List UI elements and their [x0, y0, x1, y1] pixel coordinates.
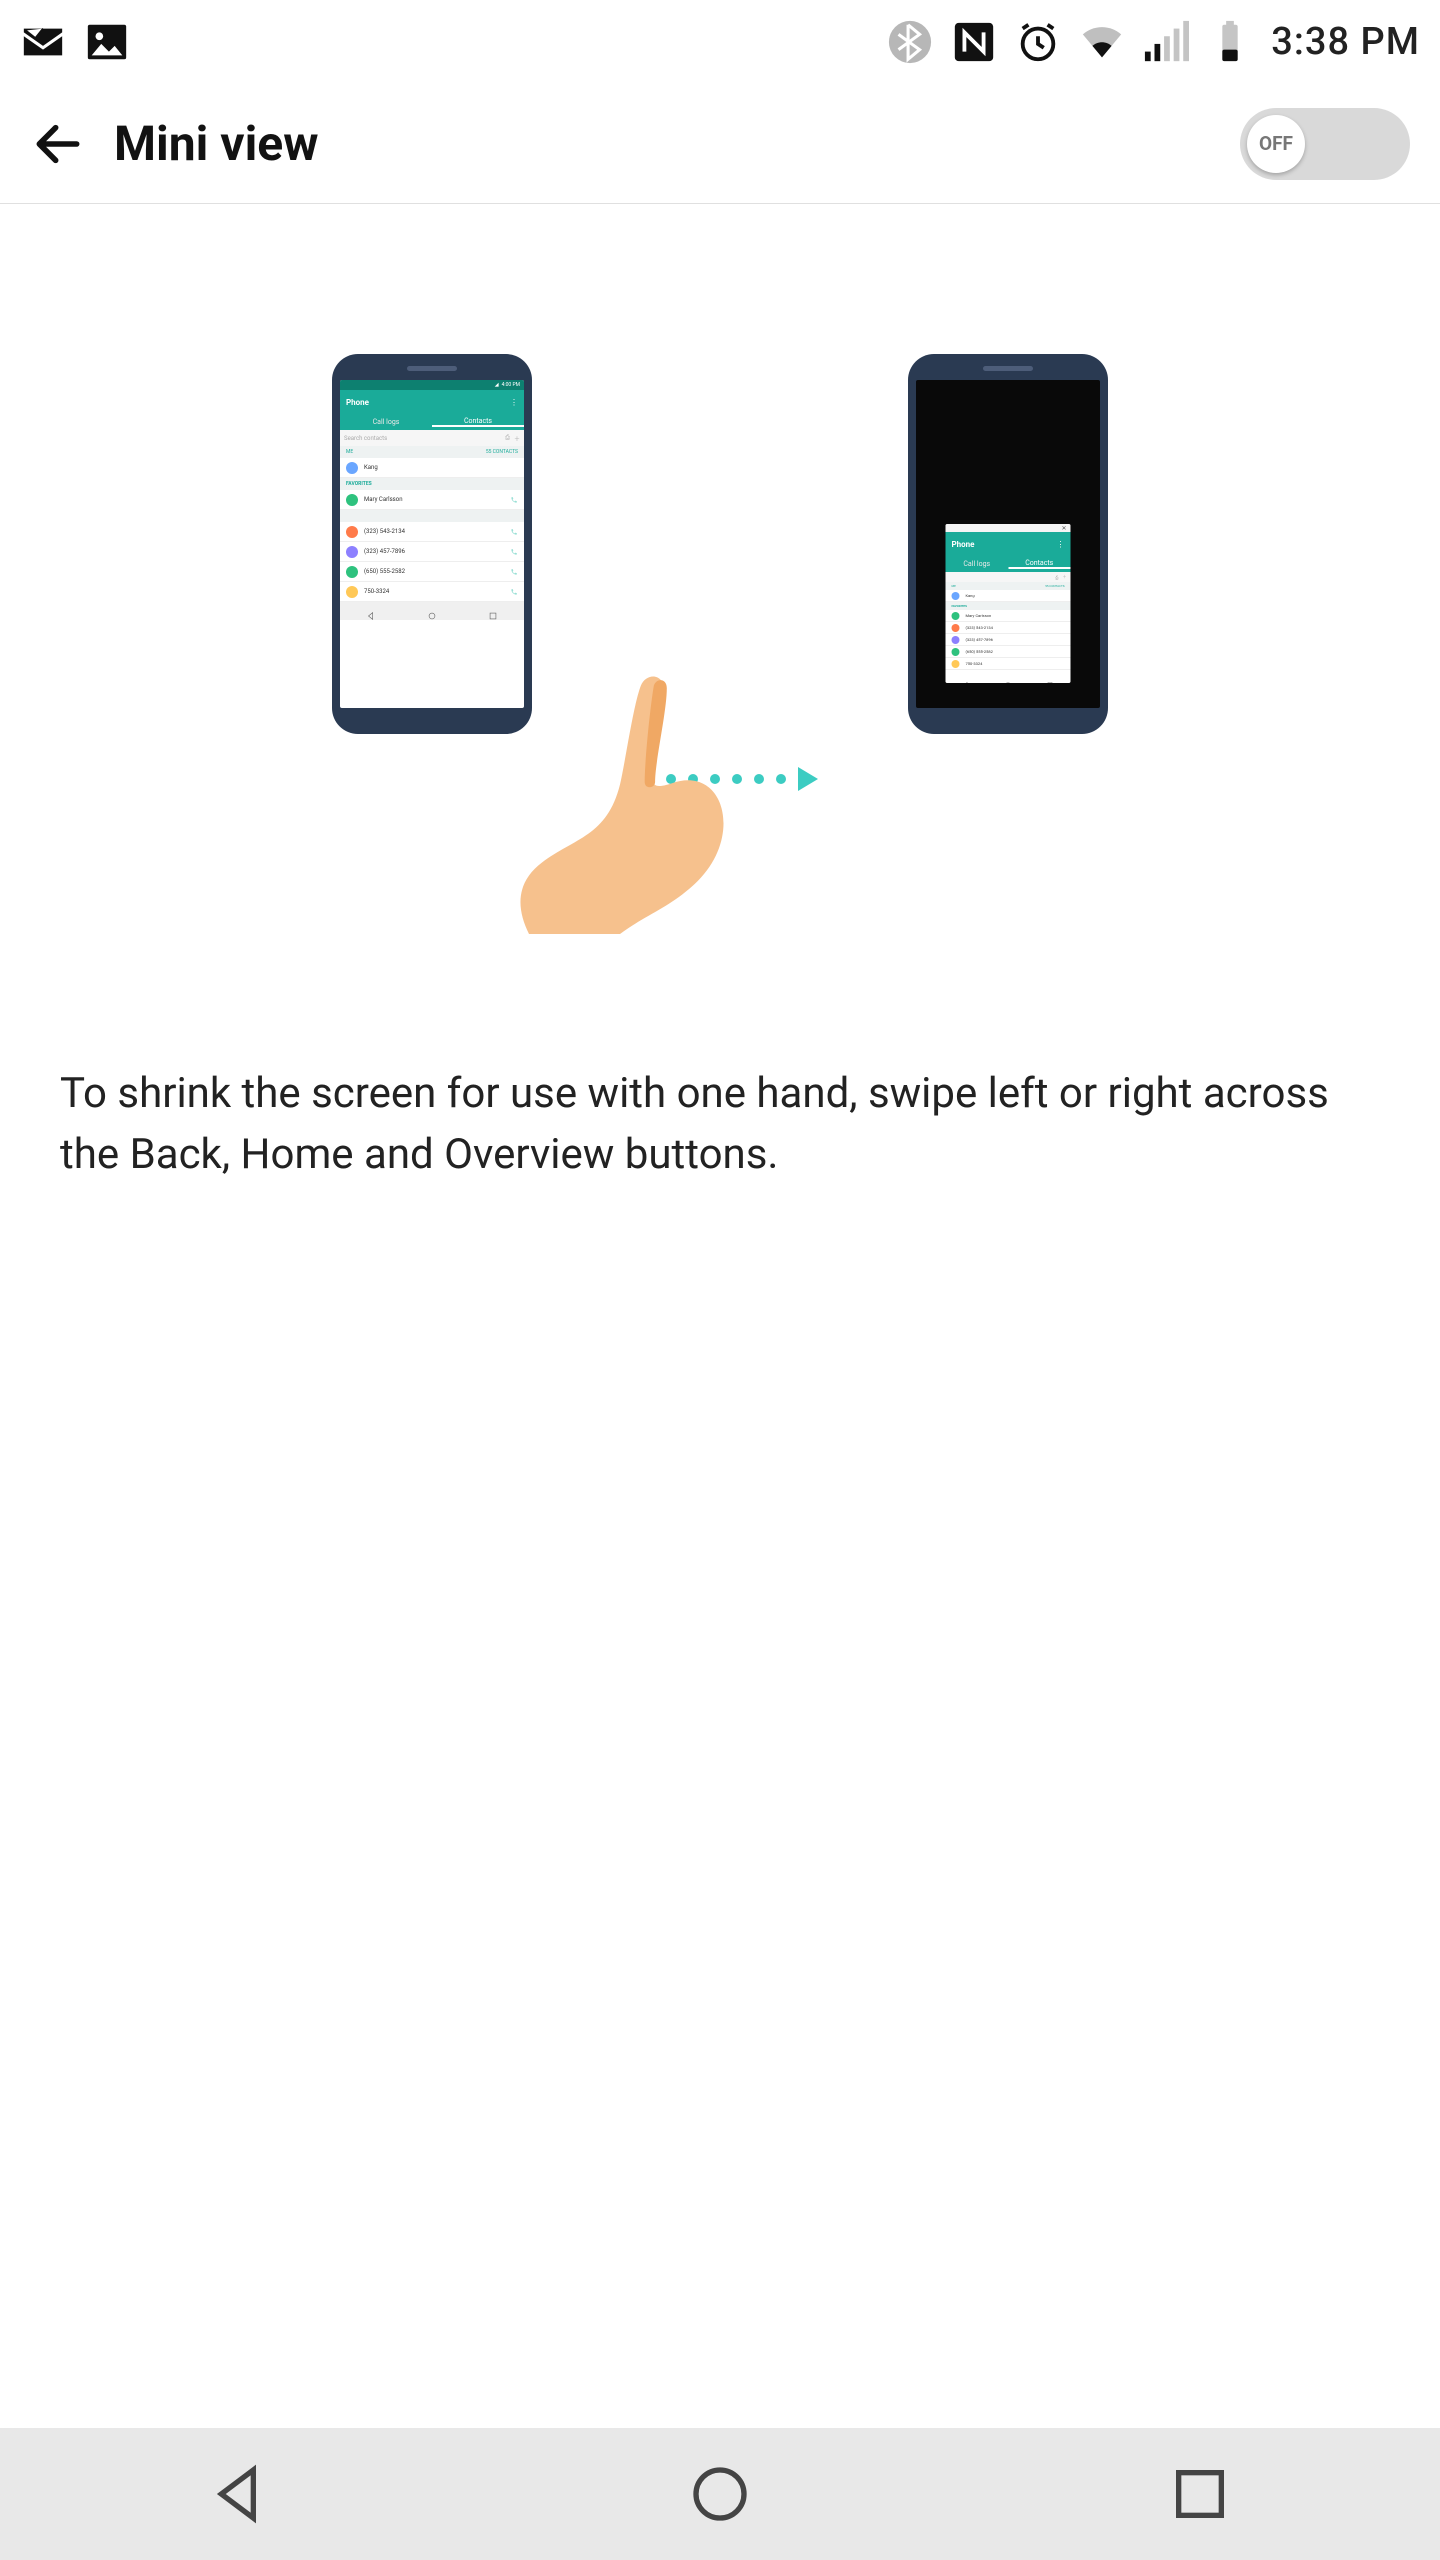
- alarm-icon: [1015, 19, 1061, 65]
- toggle-knob: OFF: [1247, 115, 1305, 173]
- status-right: 3:38 PM: [887, 19, 1420, 65]
- status-left: [20, 19, 130, 65]
- system-navbar: [0, 2428, 1440, 2560]
- header-left: Mini view: [30, 115, 318, 172]
- back-arrow-icon[interactable]: [30, 116, 86, 172]
- image-icon: [84, 19, 130, 65]
- miniview-toggle[interactable]: OFF: [1240, 108, 1410, 180]
- signal-icon: [1143, 19, 1189, 65]
- content: ◢4:00 PM Phone⋮ Call logsContacts Search…: [0, 204, 1440, 1226]
- status-bar: 3:38 PM: [0, 0, 1440, 84]
- illustration: ◢4:00 PM Phone⋮ Call logsContacts Search…: [50, 354, 1390, 1034]
- nfc-icon: [951, 19, 997, 65]
- mail-icon: [20, 19, 66, 65]
- illustration-phone-mini: ✕ Phone⋮ Call logsContacts ⎙＋ ME55 CONTA…: [908, 354, 1108, 734]
- description-text: To shrink the screen for use with one ha…: [60, 1064, 1380, 1186]
- nav-home-button[interactable]: [678, 2452, 762, 2536]
- nav-overview-button[interactable]: [1158, 2452, 1242, 2536]
- app-header: Mini view OFF: [0, 84, 1440, 204]
- bluetooth-icon: [887, 19, 933, 65]
- wifi-icon: [1079, 19, 1125, 65]
- page-title: Mini view: [114, 115, 318, 172]
- battery-icon: [1207, 19, 1253, 65]
- status-time: 3:38 PM: [1271, 20, 1420, 64]
- hand-icon: [490, 674, 750, 934]
- nav-back-button[interactable]: [198, 2452, 282, 2536]
